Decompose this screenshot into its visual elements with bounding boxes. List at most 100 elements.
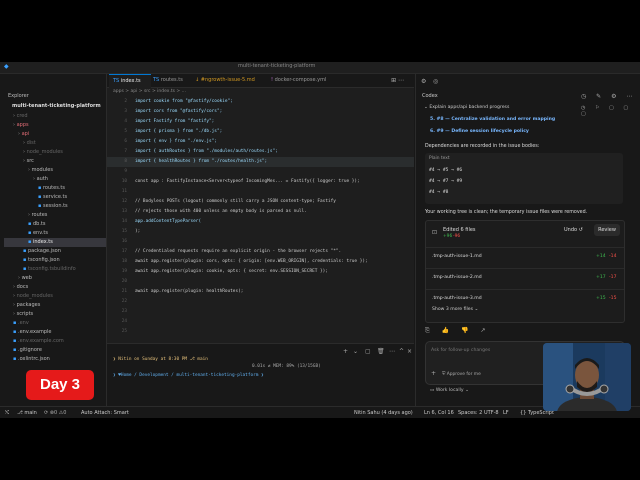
review-button[interactable]: Review — [594, 224, 620, 236]
maximize-panel-icon[interactable]: ^ — [399, 348, 404, 355]
tab-docker-compose[interactable]: ! docker-compose.yml — [267, 74, 337, 87]
encoding[interactable]: UTF-8 — [484, 410, 499, 416]
tree-item[interactable]: ▪ tsconfig.tsbuildinfo — [4, 265, 106, 274]
tree-item[interactable]: ▪ .env.example.com — [4, 337, 106, 346]
breadcrumb[interactable]: apps > api > src > index.ts > ... — [113, 89, 186, 94]
tree-item[interactable]: › node_modules — [4, 292, 106, 301]
trash-icon[interactable]: 🗑 — [377, 348, 385, 355]
tree-item[interactable]: ▪ package.json — [4, 247, 106, 256]
account-icon[interactable]: ◎ — [433, 78, 438, 85]
tab-issue-md[interactable]: ↓ #ngrowth-issue-5.md — [191, 74, 267, 87]
task-toolbar-icons[interactable]: ◷ ⚐ ▢ ▢ ▢ — [581, 105, 640, 117]
tree-item[interactable]: › scripts — [4, 310, 106, 319]
add-terminal-icon[interactable]: + — [343, 348, 348, 355]
cursor-position[interactable]: Ln 6, Col 16 — [424, 410, 454, 416]
split-editor-icon[interactable]: ⊞ ⋯ — [391, 77, 404, 84]
approve-dropdown[interactable]: ⛨ Approve for me — [442, 371, 481, 377]
code-line[interactable]: 23 — [107, 307, 414, 317]
code-line[interactable]: 2 import cookie from "@fastify/cookie"; — [107, 97, 414, 107]
code-line[interactable]: 12 // Bodyless POSTs (logout) commonly st… — [107, 197, 414, 207]
code-line[interactable]: 20 — [107, 277, 414, 287]
ts-file-icon: TS — [113, 78, 120, 84]
tree-item[interactable]: ▪ routes.ts — [4, 184, 106, 193]
deps-text: Dependencies are recorded in the issue b… — [425, 144, 540, 149]
tab-routes-ts[interactable]: TS routes.ts — [149, 74, 193, 87]
task-row[interactable]: ⌄ Explain apps/api backend progress — [424, 105, 509, 110]
tree-item[interactable]: › node_modules — [4, 148, 106, 157]
code-line[interactable]: 13 // rejects those with 400 unless an em… — [107, 207, 414, 217]
code-line[interactable]: 24 — [107, 317, 414, 327]
tree-item[interactable]: › web — [4, 274, 106, 283]
tree-item[interactable]: ▪ .env — [4, 319, 106, 328]
code-line[interactable]: 22 — [107, 297, 414, 307]
code-line[interactable]: 18 await app.register(plugin: cors, opts:… — [107, 257, 414, 267]
code-line[interactable]: 6 import { env } from "./env.js"; — [107, 137, 414, 147]
close-panel-icon[interactable]: × — [407, 348, 412, 355]
split-terminal-icon[interactable]: ▢ — [365, 348, 371, 355]
tree-item[interactable]: › docs — [4, 283, 106, 292]
edited-file-row[interactable]: .tmp-auth-issue-2.md +17 -17 — [426, 268, 624, 289]
issue-link-5[interactable]: 5. #8 — Centralize validation and error … — [430, 117, 555, 122]
more-icon[interactable]: ⋯ — [389, 348, 395, 355]
tree-item[interactable]: › cred — [4, 112, 106, 121]
workspace-root[interactable]: multi-tenant-ticketing-platform — [12, 103, 101, 109]
work-locally-dropdown[interactable]: ▭ Work locally ⌄ — [430, 388, 469, 393]
tree-item[interactable]: ▪ session.ts — [4, 202, 106, 211]
git-branch[interactable]: ⎇ main — [17, 410, 37, 416]
tree-item[interactable]: ▪ index.ts — [4, 238, 106, 247]
auto-attach[interactable]: Auto Attach: Smart — [81, 410, 129, 416]
tree-item[interactable]: › auth — [4, 175, 106, 184]
code-line[interactable]: 5 import { prisma } from "./db.js"; — [107, 127, 414, 137]
code-editor[interactable]: 2 import cookie from "@fastify/cookie"; 3 i… — [107, 97, 414, 337]
tree-item[interactable]: › modules — [4, 166, 106, 175]
code-line[interactable]: 9 — [107, 167, 414, 177]
code-line[interactable]: 21 await app.register(plugin: healthRoute… — [107, 287, 414, 297]
codex-header-actions[interactable]: ◷ ✎ ⚙ ⋯ — [581, 93, 636, 100]
tree-item[interactable]: › src — [4, 157, 106, 166]
git-blame[interactable]: Nitin Sahu (4 days ago) — [354, 410, 413, 416]
tab-index-ts[interactable]: TS index.ts — [109, 74, 151, 88]
file-diff-icon: ⊡ — [432, 229, 438, 236]
sync-icon[interactable]: ⟳ ⊗0 ⚠0 — [44, 410, 66, 416]
code-line[interactable]: 3 import cors from "@fastify/cors"; — [107, 107, 414, 117]
tree-item[interactable]: ▪ db.ts — [4, 220, 106, 229]
code-line[interactable]: 4 import Fastify from "fastify"; — [107, 117, 414, 127]
tree-item[interactable]: › routes — [4, 211, 106, 220]
attach-icon[interactable]: + — [431, 370, 436, 377]
tree-item[interactable]: ▪ tsconfig.json — [4, 256, 106, 265]
remote-icon[interactable]: ⤭ — [5, 410, 9, 416]
follow-up-input[interactable]: Ask for follow-up changes — [431, 348, 490, 353]
show-more-files[interactable]: Show 3 more files ⌄ — [432, 307, 478, 312]
code-line[interactable]: 17 // Credentialed requests require an ex… — [107, 247, 414, 257]
line-number: 8 — [124, 159, 127, 164]
tree-item[interactable]: ▪ .oxlintrc.json — [4, 355, 106, 364]
tree-item[interactable]: ▪ env.ts — [4, 229, 106, 238]
code-line[interactable]: 14 app.addContentTypeParser( — [107, 217, 414, 227]
webcam-overlay — [543, 343, 631, 411]
code-line[interactable]: 10 const app : FastifyInstance<Server<typ… — [107, 177, 414, 187]
line-number: 12 — [121, 199, 127, 204]
tree-item[interactable]: › dist — [4, 139, 106, 148]
chevron-down-icon[interactable]: ⌄ — [353, 348, 358, 355]
line-ending[interactable]: LF — [503, 410, 509, 416]
edited-file-row[interactable]: .tmp-auth-issue-1.md +14 -14 — [426, 247, 624, 268]
code-line[interactable]: 15); — [107, 227, 414, 237]
code-line[interactable]: 7 import { authRoutes } from "./modules/a… — [107, 147, 414, 157]
undo-button[interactable]: Undo ↺ — [564, 227, 583, 233]
tree-item[interactable]: › apps — [4, 121, 106, 130]
indentation[interactable]: Spaces: 2 — [458, 410, 482, 416]
tree-item[interactable]: ▪ .env.example — [4, 328, 106, 337]
code-line[interactable]: 25 — [107, 327, 414, 337]
tree-item[interactable]: › api — [4, 130, 106, 139]
tree-item[interactable]: › packages — [4, 301, 106, 310]
code-line[interactable]: 19 await app.register(plugin: cookie, opt… — [107, 267, 414, 277]
code-line[interactable]: 8 import { healthRoutes } from "./routes/… — [107, 157, 414, 167]
tree-item[interactable]: ▪ service.ts — [4, 193, 106, 202]
code-line[interactable]: 16 — [107, 237, 414, 247]
issue-link-6[interactable]: 6. #9 — Define session lifecycle policy — [430, 129, 529, 134]
line-number: 19 — [121, 269, 127, 274]
terminal-panel[interactable]: + ⌄ ▢ 🗑 ⋯ ^ × ❯ Nitin on Sunday at 8:30 … — [107, 343, 414, 407]
tree-item[interactable]: ▪ .gitignore — [4, 346, 106, 355]
message-actions[interactable]: ⎘ 👍 👎 ↗ — [425, 327, 491, 335]
code-line[interactable]: 11 — [107, 187, 414, 197]
